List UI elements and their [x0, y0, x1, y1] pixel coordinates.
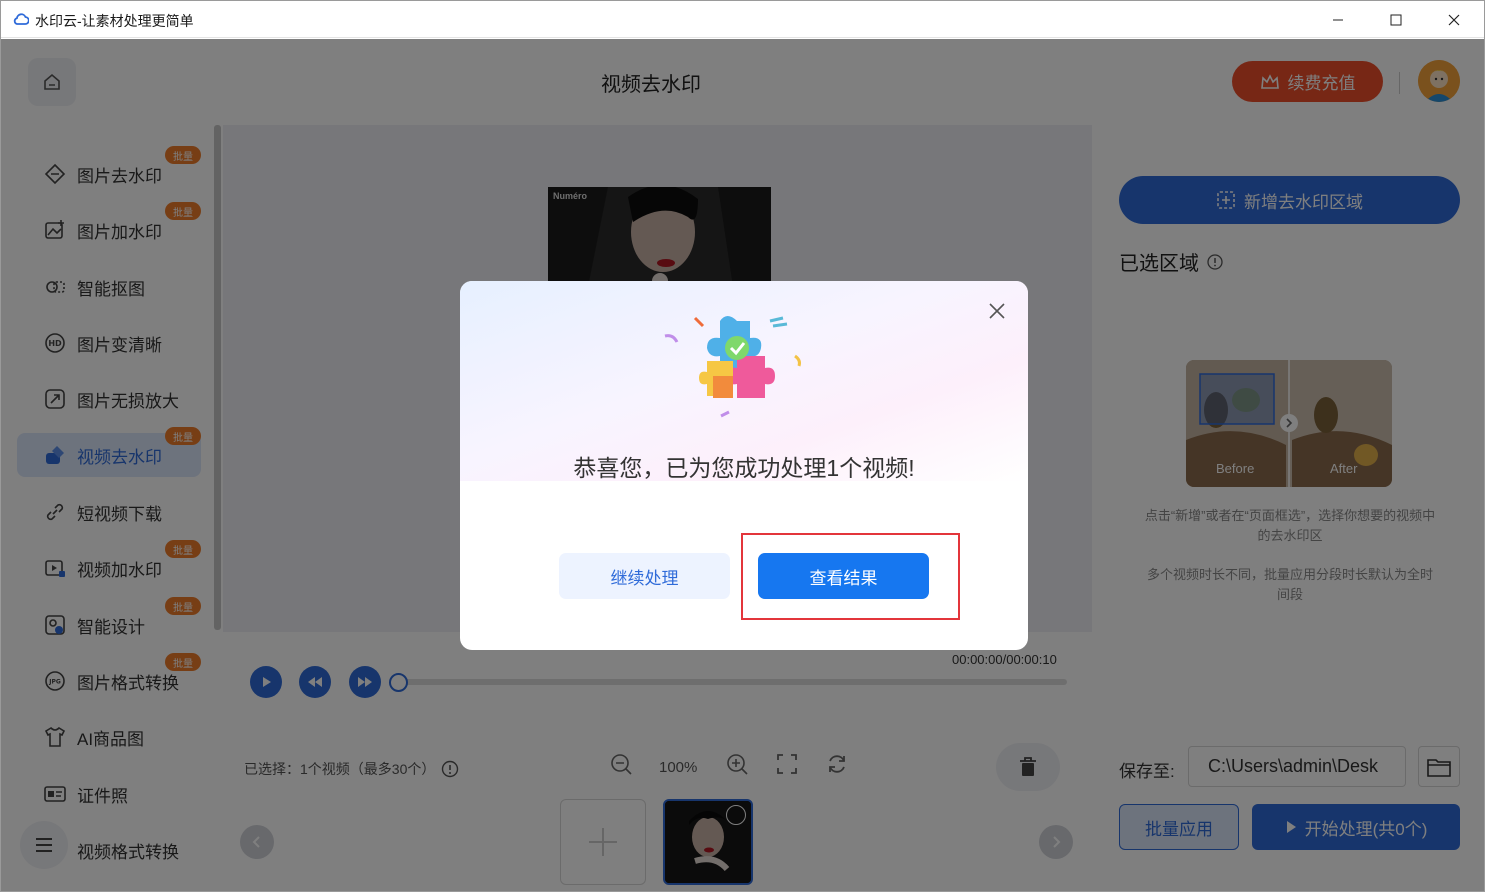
- minimize-icon: [1333, 19, 1343, 20]
- minimize-button[interactable]: [1309, 1, 1367, 38]
- success-message: 恭喜您，已为您成功处理1个视频!: [573, 455, 915, 481]
- maximize-button[interactable]: [1367, 1, 1425, 38]
- app-window: 水印云-让素材处理更简单 视频去水印 续费充值 图片去水印: [0, 0, 1485, 892]
- continue-processing-button[interactable]: 继续处理: [559, 553, 730, 599]
- close-icon: [1448, 14, 1460, 25]
- close-window-button[interactable]: [1425, 1, 1483, 38]
- puzzle-success-icon: [664, 316, 801, 418]
- close-icon[interactable]: [986, 300, 1008, 322]
- highlight-box: [741, 533, 960, 620]
- window-title: 水印云-让素材处理更简单: [35, 13, 194, 29]
- title-bar: 水印云-让素材处理更简单: [1, 1, 1484, 38]
- cloud-logo-icon: [13, 13, 29, 25]
- maximize-icon: [1390, 14, 1402, 25]
